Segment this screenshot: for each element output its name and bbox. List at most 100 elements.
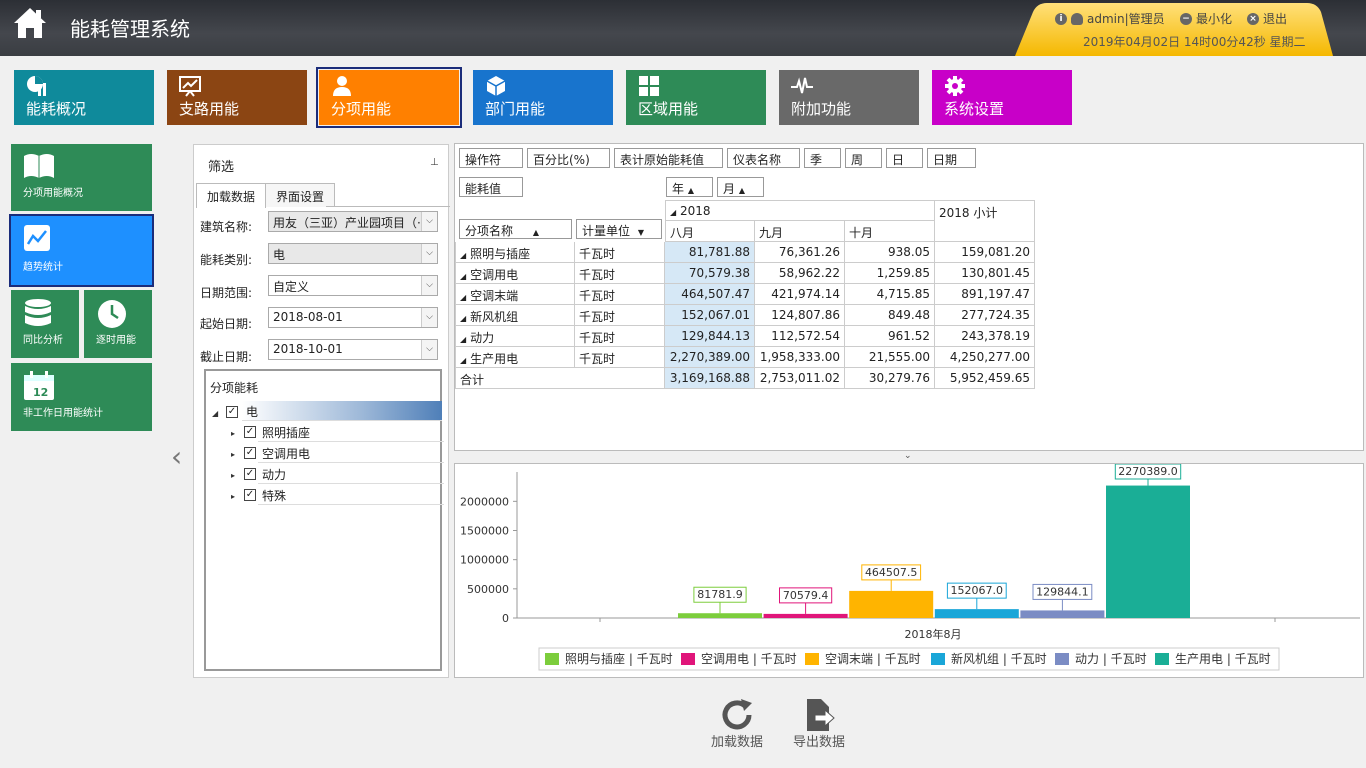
tree-expand-icon[interactable]: ▸: [231, 471, 235, 480]
row-unit: 千瓦时: [575, 326, 665, 347]
value-cell[interactable]: 152,067.01: [665, 305, 755, 326]
row-item-name[interactable]: ◢ 空调用电: [455, 263, 575, 284]
tree-root-checkbox[interactable]: ✓: [226, 406, 238, 418]
row-item-name[interactable]: ◢ 动力: [455, 326, 575, 347]
collapse-panel-arrow-icon[interactable]: ‹: [171, 440, 182, 473]
data-field-energy[interactable]: 能耗值: [459, 177, 523, 197]
row-item-name[interactable]: ◢ 生产用电: [455, 347, 575, 368]
value-cell[interactable]: 70,579.38: [665, 263, 755, 284]
col-field-year[interactable]: 年 ▲: [666, 177, 713, 197]
nav-branch-energy[interactable]: 支路用能: [167, 70, 307, 125]
field-operator[interactable]: 操作符: [459, 148, 523, 168]
value-cell[interactable]: 961.52: [845, 326, 935, 347]
nav-area-energy[interactable]: 区域用能: [626, 70, 766, 125]
minimize-button[interactable]: − 最小化: [1180, 10, 1232, 27]
value-cell[interactable]: 112,572.54: [755, 326, 845, 347]
row-item-name[interactable]: ◢ 新风机组: [455, 305, 575, 326]
row-field-unit[interactable]: 计量单位 ▼: [576, 219, 662, 239]
value-cell[interactable]: 4,250,277.00: [935, 347, 1035, 368]
export-data-button[interactable]: 导出数据: [784, 697, 854, 752]
value-cell[interactable]: 76,361.26: [755, 242, 845, 263]
value-cell[interactable]: 938.05: [845, 242, 935, 263]
date-range-select[interactable]: 自定义 ⌵: [268, 275, 438, 296]
row-field-item-name[interactable]: 分项名称 ▲: [459, 219, 572, 239]
start-date-input[interactable]: 2018-08-01 ⌵: [268, 307, 438, 328]
value-cell[interactable]: 124,807.86: [755, 305, 845, 326]
legend-label: 生产用电 | 千瓦时: [1175, 652, 1271, 666]
field-meter-name[interactable]: 仪表名称: [727, 148, 800, 168]
value-cell[interactable]: 81,781.88: [665, 242, 755, 263]
tree-expand-icon[interactable]: ▸: [231, 450, 235, 459]
side-nonwork-energy[interactable]: 12 非工作日用能统计: [11, 363, 152, 431]
tree-item-checkbox[interactable]: ✓: [244, 468, 256, 480]
tree-expand-icon[interactable]: ▸: [231, 492, 235, 501]
tree-item[interactable]: 照明插座: [258, 422, 444, 442]
collapse-icon[interactable]: ◢: [460, 251, 466, 260]
tree-item[interactable]: 特殊: [258, 485, 444, 505]
info-icon[interactable]: i: [1055, 12, 1067, 25]
value-cell[interactable]: 130,801.45: [935, 263, 1035, 284]
collapse-icon[interactable]: ◢: [460, 272, 466, 281]
home-icon[interactable]: [12, 6, 48, 40]
value-cell[interactable]: 1,259.85: [845, 263, 935, 284]
energy-type-select[interactable]: 电 ⌵: [268, 243, 438, 264]
field-percent[interactable]: 百分比(%): [527, 148, 610, 168]
pin-icon[interactable]: ⊥: [430, 157, 439, 168]
month-header[interactable]: 八月: [665, 221, 755, 242]
side-hourly-energy[interactable]: 逐时用能: [84, 290, 152, 358]
value-cell[interactable]: 4,715.85: [845, 284, 935, 305]
building-select[interactable]: 用友（三亚）产业园项目（· ⌵: [268, 211, 438, 232]
row-item-name[interactable]: ◢ 照明与插座: [455, 242, 575, 263]
tree-root[interactable]: 电: [242, 401, 442, 421]
col-field-month[interactable]: 月 ▲: [717, 177, 764, 197]
collapse-icon[interactable]: ◢: [460, 335, 466, 344]
year-header[interactable]: ◢ 2018: [665, 200, 935, 221]
load-data-button[interactable]: 加载数据: [702, 697, 772, 752]
collapse-icon[interactable]: ◢: [460, 293, 466, 302]
tree-item-checkbox[interactable]: ✓: [244, 426, 256, 438]
bar: [1020, 610, 1105, 618]
value-cell[interactable]: 21,555.00: [845, 347, 935, 368]
row-item-name[interactable]: ◢ 空调末端: [455, 284, 575, 305]
tree-item[interactable]: 动力: [258, 464, 444, 484]
nav-energy-overview[interactable]: 能耗概况: [14, 70, 154, 125]
tree-expand-icon[interactable]: ◢: [212, 409, 218, 418]
tree-expand-icon[interactable]: ▸: [231, 429, 235, 438]
tab-interface-settings[interactable]: 界面设置: [265, 183, 336, 207]
value-cell[interactable]: 58,962.22: [755, 263, 845, 284]
field-quarter[interactable]: 季: [804, 148, 841, 168]
value-cell[interactable]: 277,724.35: [935, 305, 1035, 326]
value-cell[interactable]: 891,197.47: [935, 284, 1035, 305]
month-header[interactable]: 九月: [755, 221, 845, 242]
side-itemized-overview[interactable]: 分项用能概况: [11, 144, 152, 211]
value-cell[interactable]: 2,270,389.00: [665, 347, 755, 368]
logout-button[interactable]: × 退出: [1247, 10, 1287, 27]
tree-item-checkbox[interactable]: ✓: [244, 447, 256, 459]
side-yoy-analysis[interactable]: 同比分析: [11, 290, 79, 358]
tree-item[interactable]: 空调用电: [258, 443, 444, 463]
value-cell[interactable]: 243,378.19: [935, 326, 1035, 347]
field-raw-meter-value[interactable]: 表计原始能耗值: [614, 148, 723, 168]
field-day[interactable]: 日: [886, 148, 923, 168]
collapse-icon[interactable]: ◢: [460, 356, 466, 365]
tab-load-data[interactable]: 加载数据: [196, 183, 267, 208]
end-date-input[interactable]: 2018-10-01 ⌵: [268, 339, 438, 360]
value-cell[interactable]: 159,081.20: [935, 242, 1035, 263]
side-trend-statistics[interactable]: 趋势统计: [9, 214, 154, 287]
value-cell[interactable]: 849.48: [845, 305, 935, 326]
nav-system-settings[interactable]: 系统设置: [932, 70, 1072, 125]
tree-item-checkbox[interactable]: ✓: [244, 489, 256, 501]
field-week[interactable]: 周: [845, 148, 882, 168]
field-date[interactable]: 日期: [927, 148, 976, 168]
value-cell[interactable]: 1,958,333.00: [755, 347, 845, 368]
nav-extra-functions[interactable]: 附加功能: [779, 70, 919, 125]
nav-itemized-energy[interactable]: 分项用能: [316, 67, 462, 128]
chevron-down-icon[interactable]: ⌄: [904, 451, 912, 461]
row-item-name-label: 空调用电: [470, 268, 519, 282]
value-cell[interactable]: 421,974.14: [755, 284, 845, 305]
collapse-icon[interactable]: ◢: [460, 314, 466, 323]
value-cell[interactable]: 129,844.13: [665, 326, 755, 347]
month-header[interactable]: 十月: [845, 221, 935, 242]
value-cell[interactable]: 464,507.47: [665, 284, 755, 305]
nav-department-energy[interactable]: 部门用能: [473, 70, 613, 125]
